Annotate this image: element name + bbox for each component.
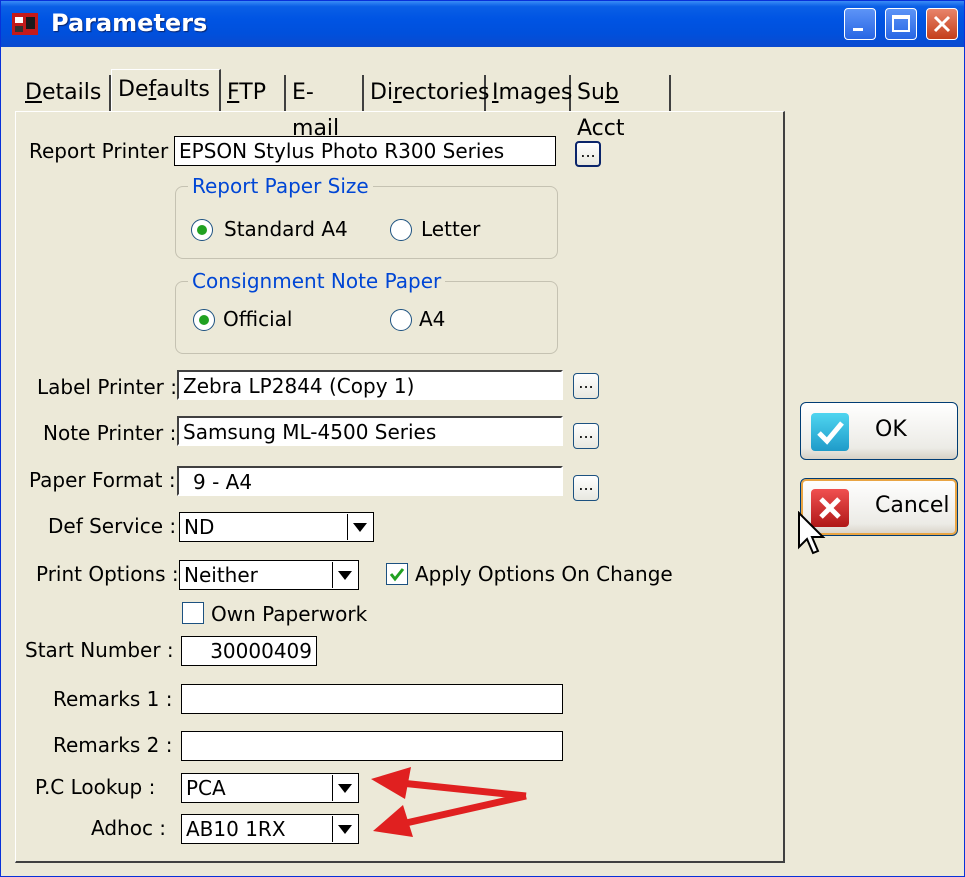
start-number-label: Start Number : [25,638,174,662]
a4-label: A4 [419,307,446,331]
label-printer-field[interactable]: Zebra LP2844 (Copy 1) [177,370,563,400]
label-printer-browse-button[interactable]: ... [573,373,599,399]
apply-options-checkbox[interactable] [386,563,408,585]
def-service-select[interactable]: ND [179,512,374,542]
close-icon [933,15,951,33]
standard-a4-label: Standard A4 [224,217,348,241]
checkmark-icon [811,413,849,451]
adhoc-label: Adhoc : [91,816,167,840]
official-label: Official [223,307,293,331]
apply-options-label: Apply Options On Change [415,562,673,586]
red-arrows-annotation [371,767,527,837]
standard-a4-radio[interactable] [191,219,213,241]
chevron-down-icon[interactable] [332,816,357,842]
pc-lookup-value: PCA [186,776,226,800]
note-printer-field[interactable]: Samsung ML-4500 Series [177,416,563,446]
checkmark-icon [389,568,405,582]
tab-ftp[interactable]: FTP [221,75,286,111]
tab-directories[interactable]: Directories [364,75,490,111]
remarks-2-label: Remarks 2 : [53,733,173,757]
def-service-value: ND [184,515,215,539]
label-printer-label: Label Printer : [37,375,177,399]
tab-details[interactable]: Details [19,75,111,111]
paper-format-label: Paper Format : [29,468,176,492]
remarks-1-label: Remarks 1 : [53,687,173,711]
consignment-paper-title: Consignment Note Paper [188,269,446,293]
report-printer-browse-button[interactable]: ... [575,141,601,167]
app-icon [12,13,38,35]
report-printer-field[interactable]: EPSON Stylus Photo R300 Series [174,136,556,166]
minimize-icon [853,28,863,31]
maximize-button[interactable] [885,8,917,40]
pc-lookup-label: P.C Lookup : [35,775,156,799]
official-radio[interactable] [193,309,215,331]
minimize-button[interactable] [844,8,876,40]
adhoc-select[interactable]: AB10 1RX [181,814,359,844]
own-paperwork-label: Own Paperwork [211,602,368,626]
parameters-dialog: Parameters Details Defaults FTP E-mail D… [0,0,965,877]
a4-radio[interactable] [390,309,412,331]
title-bar[interactable]: Parameters [1,1,964,47]
paper-format-browse-button[interactable]: ... [573,475,599,501]
paper-format-field[interactable]: 9 - A4 [177,466,563,496]
tab-defaults[interactable]: Defaults [111,69,221,111]
def-service-label: Def Service : [48,514,177,538]
letter-radio[interactable] [390,219,412,241]
tab-email[interactable]: E-mail [286,75,364,141]
window-title: Parameters [51,9,208,37]
letter-label: Letter [421,217,481,241]
remarks-2-field[interactable] [181,731,563,761]
note-printer-label: Note Printer : [43,421,177,445]
ok-label: OK [875,417,907,442]
chevron-down-icon[interactable] [347,514,372,540]
report-printer-label: Report Printer : [29,139,182,163]
tab-images[interactable]: Images [486,75,572,111]
chevron-down-icon[interactable] [332,775,357,801]
adhoc-value: AB10 1RX [186,817,286,841]
own-paperwork-checkbox[interactable] [182,602,204,624]
print-options-value: Neither [184,563,258,587]
note-printer-browse-button[interactable]: ... [573,423,599,449]
maximize-icon [892,15,910,32]
chevron-down-icon[interactable] [332,562,357,588]
ok-button[interactable]: OK [800,402,958,460]
start-number-field[interactable]: 30000409 [181,636,317,666]
print-options-label: Print Options : [36,562,179,586]
close-button[interactable] [926,8,958,40]
remarks-1-field[interactable] [181,684,563,714]
tab-sub-acct[interactable]: Sub Acct [571,75,671,141]
report-paper-size-title: Report Paper Size [188,174,373,198]
pc-lookup-select[interactable]: PCA [181,773,359,803]
mouse-cursor-icon [798,511,826,555]
cancel-label: Cancel [875,493,950,518]
print-options-select[interactable]: Neither [179,560,359,590]
